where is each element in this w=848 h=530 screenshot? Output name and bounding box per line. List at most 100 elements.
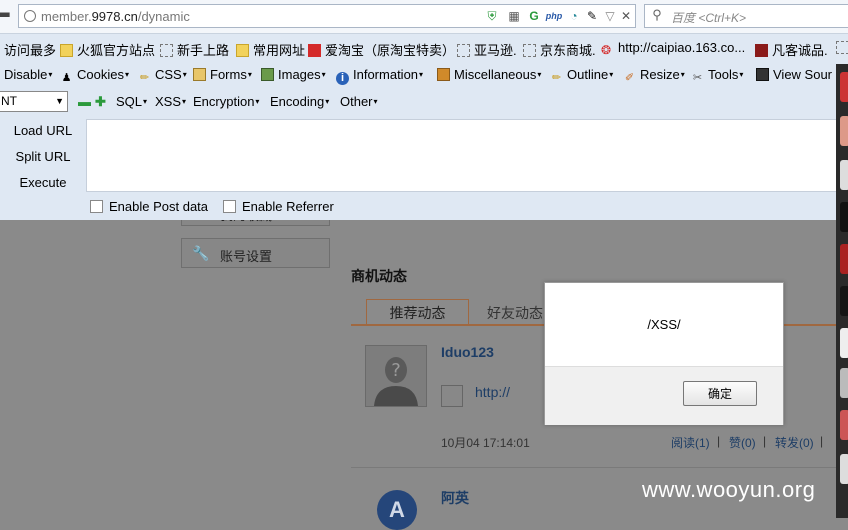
search-bar[interactable]: ⚲ 百度 <Ctrl+K> bbox=[644, 4, 848, 28]
bookmark-common-sites[interactable]: 常用网址 bbox=[236, 40, 305, 59]
increase-icon[interactable]: ✚ bbox=[95, 94, 106, 110]
dock-app-icon[interactable] bbox=[840, 368, 848, 398]
dock-app-icon[interactable] bbox=[840, 160, 848, 190]
misc-icon bbox=[437, 68, 450, 81]
bookmark-jd[interactable]: 京东商城. bbox=[523, 40, 596, 59]
hackbar-xss-menu[interactable]: XSS bbox=[155, 94, 186, 109]
dock-app-icon[interactable] bbox=[840, 410, 848, 440]
image-icon bbox=[261, 68, 274, 81]
url-bar[interactable]: member.9978.cn/dynamic ⛨ ▦ G php ◔ ✎ ▽ ✕ bbox=[18, 4, 636, 28]
page-icon bbox=[457, 44, 470, 57]
bookmark-ai-taobao[interactable]: 爱淘宝（原淘宝特卖） bbox=[308, 40, 455, 59]
person-icon: ♟ bbox=[61, 72, 72, 84]
document-icon bbox=[441, 385, 463, 407]
post-username[interactable]: Iduo123 bbox=[441, 344, 494, 360]
hackbar-panel: Load URL Split URL Execute bbox=[0, 118, 848, 192]
split-url-button[interactable]: Split URL bbox=[0, 149, 86, 164]
tools-icon: ✂ bbox=[692, 72, 703, 84]
dock-app-icon[interactable] bbox=[840, 328, 848, 358]
wd-resize-menu[interactable]: ✐ Resize bbox=[623, 67, 685, 85]
wd-css-menu[interactable]: ✏ CSS bbox=[138, 67, 187, 85]
execute-button[interactable]: Execute bbox=[0, 175, 86, 190]
bookmark-getting-started[interactable]: 新手上路 bbox=[160, 40, 229, 59]
shield-icon[interactable]: ⛨ bbox=[485, 9, 499, 23]
wd-forms-menu[interactable]: Forms bbox=[193, 67, 252, 82]
dock-app-icon[interactable] bbox=[840, 202, 848, 232]
dock-app-icon[interactable] bbox=[840, 72, 848, 102]
post-username[interactable]: 阿英 bbox=[441, 488, 469, 508]
forward-link[interactable]: 转发(0) bbox=[775, 434, 814, 451]
wave-extension-icon[interactable]: ◔ bbox=[567, 9, 581, 23]
outline-pencil-icon: ✏ bbox=[551, 72, 562, 84]
enable-post-checkbox[interactable]: Enable Post data bbox=[90, 199, 208, 214]
bookmark-firefox-official[interactable]: 火狐官方站点 bbox=[60, 40, 155, 59]
hackbar-toolbar: NT ▬ ✚ SQL XSS Encryption Encoding Other bbox=[0, 90, 848, 114]
folder-icon bbox=[60, 44, 73, 57]
post-timestamp: 10月04 17:14:01 bbox=[441, 436, 530, 450]
ok-button[interactable]: 确定 bbox=[683, 381, 757, 406]
hackbar-encoding-menu[interactable]: Encoding bbox=[270, 94, 329, 109]
folder-icon bbox=[236, 44, 249, 57]
wd-cookies-menu[interactable]: ♟ Cookies bbox=[60, 67, 129, 85]
dropdown-arrow-icon[interactable]: ▽ bbox=[603, 9, 617, 23]
close-icon[interactable]: ✕ bbox=[619, 9, 633, 23]
post-link[interactable]: http:// bbox=[475, 384, 510, 400]
bookmark-most-visited[interactable]: 访问最多 bbox=[4, 40, 56, 59]
action-separator: | bbox=[763, 434, 767, 448]
injection-select[interactable]: NT bbox=[0, 91, 68, 112]
dock-app-icon[interactable] bbox=[840, 116, 848, 146]
wd-images-menu[interactable]: Images bbox=[261, 67, 326, 82]
tab-recommended[interactable]: 推荐动态 bbox=[366, 299, 469, 326]
wd-tools-menu[interactable]: ✂ Tools bbox=[691, 67, 743, 85]
checkbox-box bbox=[90, 200, 103, 213]
bookmark-overflow[interactable] bbox=[836, 40, 848, 55]
wd-outline-menu[interactable]: ✏ Outline bbox=[550, 67, 613, 85]
eyedropper-icon[interactable]: ✎ bbox=[585, 9, 599, 23]
tab-friends[interactable]: 好友动态 bbox=[487, 303, 543, 323]
dock-app-icon[interactable] bbox=[840, 286, 848, 316]
g-extension-icon[interactable]: G bbox=[527, 9, 541, 23]
hackbar-other-menu[interactable]: Other bbox=[340, 94, 378, 109]
right-sidebar-dock bbox=[836, 64, 848, 518]
alert-message: /XSS/ bbox=[647, 317, 681, 332]
dock-app-icon[interactable] bbox=[840, 454, 848, 484]
hackbar-sql-menu[interactable]: SQL bbox=[116, 94, 147, 109]
hackbar-url-textarea[interactable] bbox=[86, 119, 848, 192]
ruler-icon: ✐ bbox=[624, 72, 635, 84]
checkbox-box bbox=[223, 200, 236, 213]
url-text: member.9978.cn/dynamic bbox=[41, 9, 190, 24]
wd-miscellaneous-menu[interactable]: Miscellaneous bbox=[437, 67, 541, 82]
pencil-icon: ✏ bbox=[139, 72, 150, 84]
svg-text:?: ? bbox=[391, 360, 401, 381]
qr-code-icon[interactable]: ▦ bbox=[507, 9, 521, 23]
bookmark-amazon[interactable]: 亚马逊. bbox=[457, 40, 517, 59]
load-url-button[interactable]: Load URL bbox=[0, 123, 86, 138]
page-icon bbox=[836, 41, 848, 54]
page-icon bbox=[160, 44, 173, 57]
back-arrow-icon[interactable]: ⬅ bbox=[0, 3, 12, 27]
enable-referrer-checkbox[interactable]: Enable Referrer bbox=[223, 199, 334, 214]
menu-account-settings[interactable]: 🔧 账号设置 bbox=[181, 238, 330, 268]
section-title: 商机动态 bbox=[351, 268, 407, 284]
alert-dialog: /XSS/ 确定 bbox=[544, 282, 784, 425]
php-extension-icon[interactable]: php bbox=[543, 9, 565, 23]
decrease-icon[interactable]: ▬ bbox=[78, 94, 91, 109]
hackbar-options: Enable Post data Enable Referrer bbox=[0, 196, 848, 220]
dock-app-icon[interactable] bbox=[840, 244, 848, 274]
avatar[interactable]: ? bbox=[365, 345, 427, 407]
wrench-icon: 🔧 bbox=[192, 245, 210, 261]
wd-information-menu[interactable]: i Information bbox=[336, 67, 423, 85]
post-divider bbox=[351, 467, 836, 468]
bookmark-vancl[interactable]: 凡客诚品. bbox=[755, 40, 828, 59]
wd-disable-menu[interactable]: Disable bbox=[4, 67, 52, 82]
bookmark-caipiao[interactable]: ❂ http://caipiao.163.co... bbox=[601, 40, 745, 57]
avatar[interactable]: A bbox=[377, 490, 417, 530]
action-separator: | bbox=[820, 434, 824, 448]
like-link[interactable]: 赞(0) bbox=[729, 434, 756, 451]
hackbar-encryption-menu[interactable]: Encryption bbox=[193, 94, 259, 109]
read-count-link[interactable]: 阅读(1) bbox=[671, 434, 710, 451]
terminal-icon bbox=[756, 68, 769, 81]
browser-chrome: ⬅ member.9978.cn/dynamic ⛨ ▦ G php ◔ ✎ ▽… bbox=[0, 0, 848, 220]
action-separator: | bbox=[717, 434, 721, 448]
wd-view-source-menu[interactable]: View Sour bbox=[756, 67, 832, 82]
